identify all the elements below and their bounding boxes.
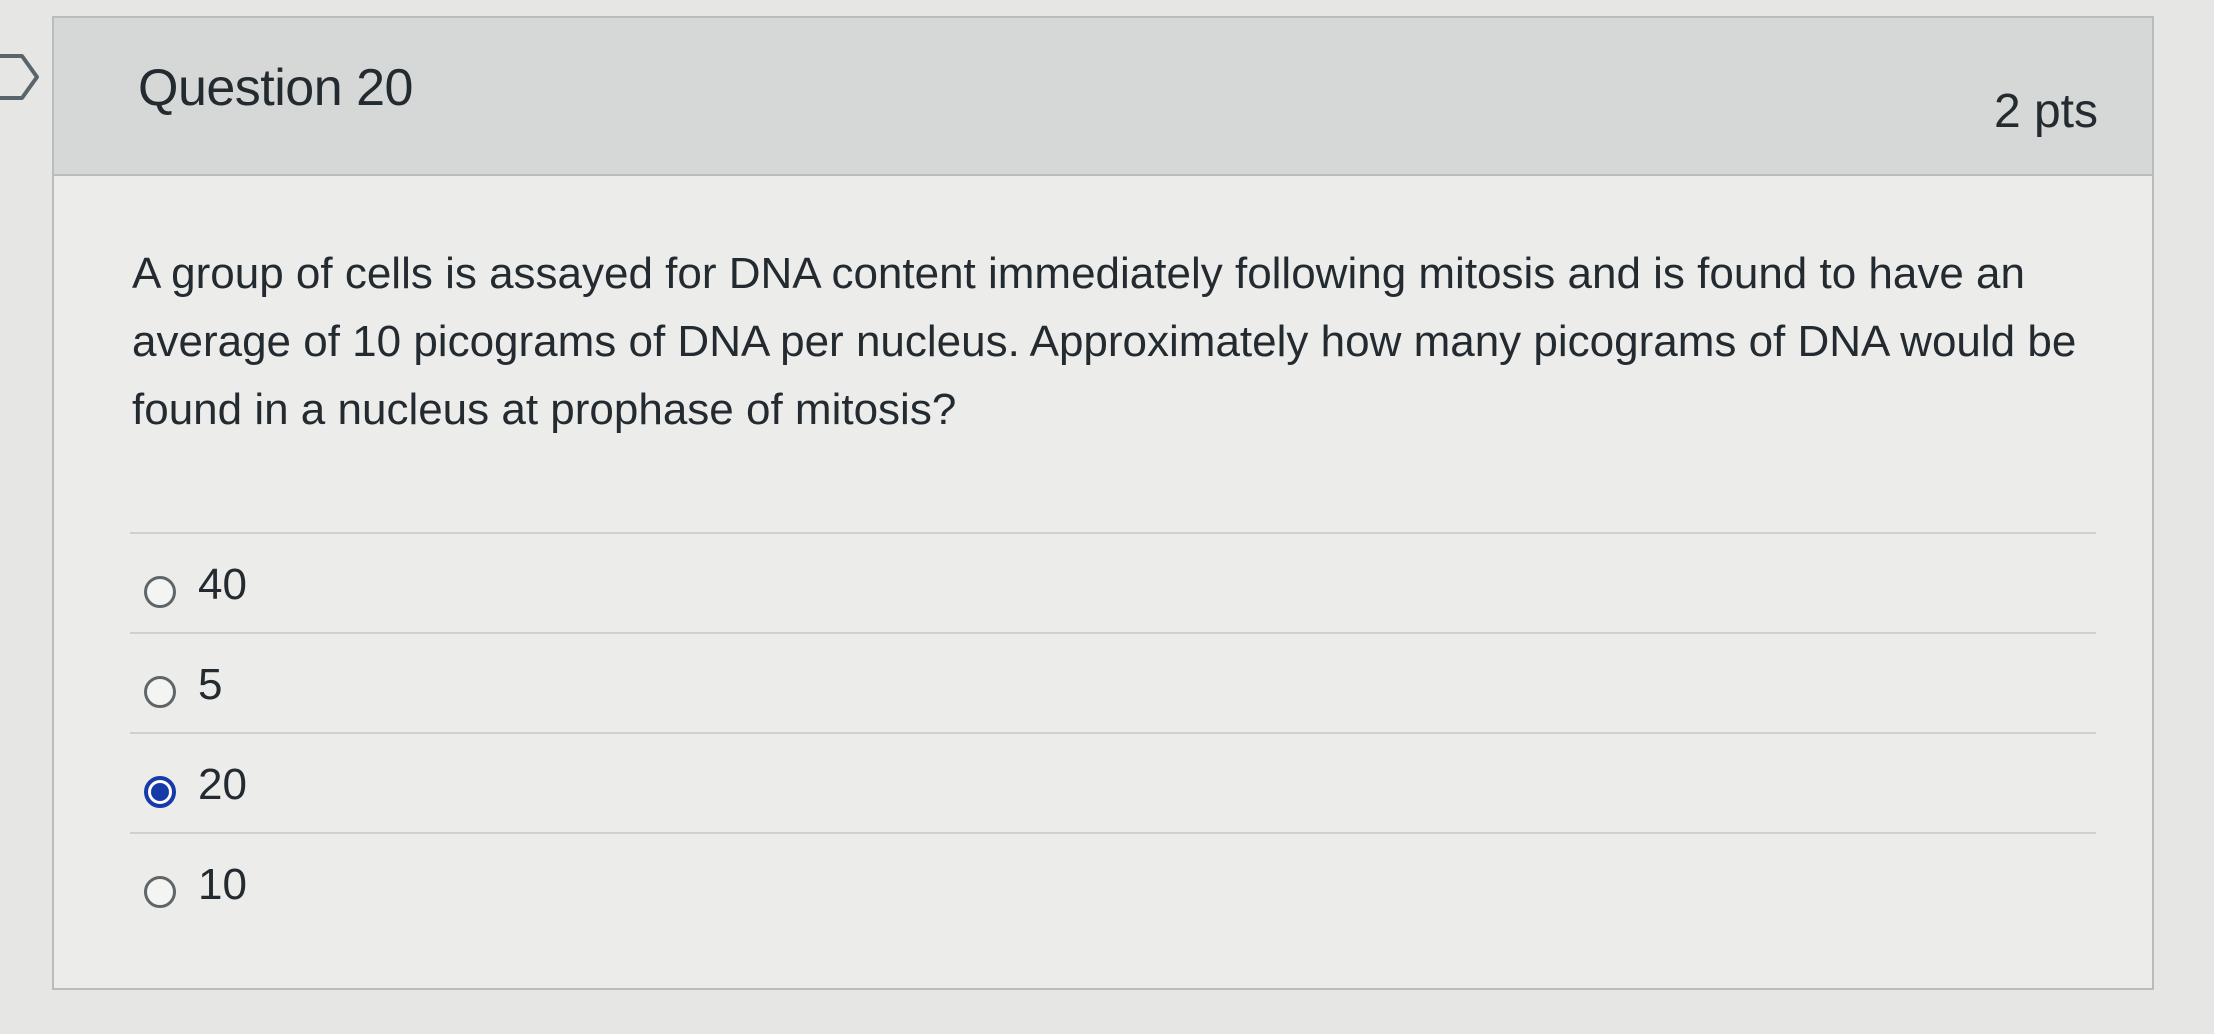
flag-icon[interactable] [0,52,50,102]
question-title: Question 20 [138,59,413,117]
answer-list: 40 5 20 10 [130,532,2096,932]
answer-option-5[interactable]: 5 [130,632,2096,732]
question-text: A group of cells is assayed for DNA cont… [132,249,2077,434]
radio-button-unselected[interactable] [144,876,176,908]
answer-option-20[interactable]: 20 [130,732,2096,832]
answer-label-5[interactable]: 5 [198,660,222,710]
question-card: Question 20 2 pts A group of cells is as… [52,16,2154,990]
question-points: 2 pts [1993,85,2098,138]
radio-button-unselected[interactable] [144,576,176,608]
answer-label-40[interactable]: 40 [198,560,247,610]
radio-button-selected[interactable] [144,776,176,808]
radio-button-unselected[interactable] [144,676,176,708]
answer-option-40[interactable]: 40 [130,532,2096,632]
question-header: Question 20 2 pts [54,18,2152,176]
answer-label-10[interactable]: 10 [198,860,247,910]
answer-option-10[interactable]: 10 [130,832,2096,932]
answer-label-20[interactable]: 20 [198,760,247,810]
